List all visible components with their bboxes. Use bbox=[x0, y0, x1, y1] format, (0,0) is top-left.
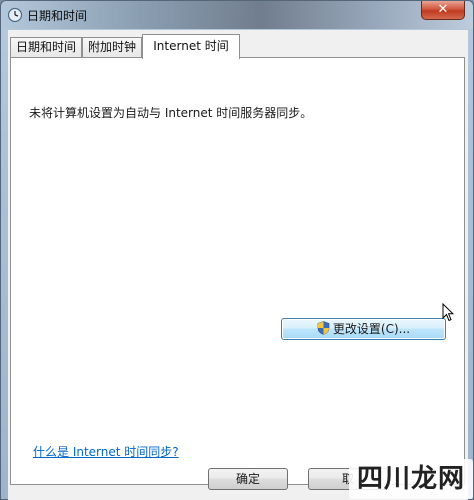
tab-additional-clocks[interactable]: 附加时钟 bbox=[82, 37, 142, 58]
sync-status-text: 未将计算机设置为自动与 Internet 时间服务器同步。 bbox=[29, 106, 313, 120]
date-time-dialog: 日期和时间 ✕ 日期和时间 附加时钟 Internet 时间 未将计算机设置为自… bbox=[0, 0, 474, 500]
dialog-client-area: 日期和时间 附加时钟 Internet 时间 未将计算机设置为自动与 Inter… bbox=[8, 30, 468, 500]
ok-button[interactable]: 确定 bbox=[208, 468, 288, 490]
window-title: 日期和时间 bbox=[27, 9, 88, 23]
tab-internet-time[interactable]: Internet 时间 bbox=[142, 34, 240, 59]
change-settings-label: 更改设置(C)... bbox=[332, 322, 411, 336]
title-bar[interactable]: 日期和时间 ✕ bbox=[1, 1, 473, 29]
mouse-cursor-icon bbox=[442, 302, 455, 322]
tab-date-and-time[interactable]: 日期和时间 bbox=[10, 37, 82, 58]
clock-icon bbox=[7, 7, 23, 23]
change-settings-button[interactable]: 更改设置(C)... bbox=[281, 318, 446, 340]
close-button[interactable]: ✕ bbox=[421, 1, 465, 20]
help-link-internet-sync[interactable]: 什么是 Internet 时间同步? bbox=[33, 443, 179, 460]
internet-time-panel: 未将计算机设置为自动与 Internet 时间服务器同步。 更改设置(C)...… bbox=[10, 57, 465, 485]
watermark-logo: 四川龙网 bbox=[349, 459, 473, 499]
uac-shield-icon bbox=[317, 321, 330, 335]
